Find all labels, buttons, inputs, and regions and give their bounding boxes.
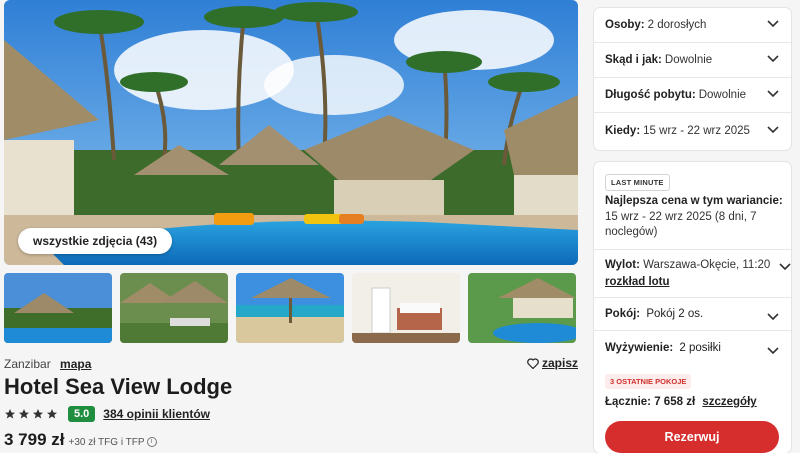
hotel-name: Hotel Sea View Lodge (4, 374, 233, 399)
length-label: Długość pobytu: (605, 89, 696, 101)
thumbnail-2[interactable] (120, 273, 228, 343)
thumbnail-4[interactable] (352, 273, 460, 343)
total-row: Łącznie: 7 658 zł szczegóły (605, 396, 757, 408)
chevron-down-icon (767, 125, 779, 133)
last-minute-badge: LAST MINUTE (605, 174, 670, 191)
thumbnail-3[interactable] (236, 273, 344, 343)
hotel-content: wszystkie zdjęcia (43) Zanzibar mapa zap… (4, 0, 578, 449)
price-extra-text: +30 zł TFG i TFP (68, 437, 145, 448)
best-price-title: Najlepsza cena w tym wariancie: (605, 195, 783, 207)
region-label: Zanzibar (4, 357, 51, 371)
divider (594, 249, 791, 250)
details-link[interactable]: szczegóły (702, 396, 756, 408)
search-filters-panel: Osoby: 2 dorosłych Skąd i jak: Dowolnie … (594, 8, 791, 150)
date-selector[interactable]: Kiedy: 15 wrz - 22 wrz 2025 (594, 113, 791, 148)
total-value: 7 658 zł (654, 396, 696, 408)
flight-schedule-link[interactable]: rozkład lotu (605, 276, 670, 288)
heart-icon (527, 357, 539, 369)
save-button[interactable]: zapisz (527, 356, 578, 370)
divider (594, 297, 791, 298)
reviews-link[interactable]: 384 opinii klientów (103, 407, 210, 421)
departure-selector[interactable]: Skąd i jak: Dowolnie (594, 43, 791, 78)
when-value: 15 wrz - 22 wrz 2025 (643, 124, 750, 137)
chevron-down-icon (767, 347, 779, 355)
chevron-down-icon (767, 90, 779, 98)
flight-label: Wylot: (605, 259, 640, 271)
rating-row: 5.0 384 opinii klientów (4, 405, 210, 423)
price-extra: +30 zł TFG i TFP i (69, 437, 157, 448)
guests-value: 2 dorosłych (647, 19, 707, 31)
thumbnail-5[interactable] (468, 273, 576, 343)
chevron-down-icon (779, 263, 791, 271)
last-rooms-badge: 3 OSTATNIE POKOJE (605, 374, 692, 389)
best-price-dates: 15 wrz - 22 wrz 2025 (8 dni, 7 noclegów) (605, 211, 757, 238)
star-rating (4, 408, 58, 420)
thumbnail-strip (4, 273, 578, 343)
board-label: Wyżywienie: (605, 342, 674, 354)
guests-label: Osoby: (605, 19, 645, 31)
thumbnail-1[interactable] (4, 273, 112, 343)
price: 3 799 zł (4, 430, 65, 449)
offer-panel: LAST MINUTE Najlepsza cena w tym warianc… (594, 162, 791, 453)
map-link[interactable]: mapa (60, 357, 91, 371)
guests-selector[interactable]: Osoby: 2 dorosłych (594, 8, 791, 43)
board-value: 2 posiłki (679, 342, 721, 354)
star-icon (33, 409, 43, 419)
when-label: Kiedy: (605, 124, 641, 137)
total-label: Łącznie: (605, 396, 652, 408)
room-value: Pokój 2 os. (646, 308, 704, 320)
length-value: Dowolnie (698, 89, 747, 101)
room-label: Pokój: (605, 308, 641, 320)
chevron-down-icon (767, 313, 779, 321)
from-label: Skąd i jak: (605, 54, 662, 66)
flight-row[interactable]: Wylot: Warszawa-Okęcie, 11:20 (605, 259, 791, 271)
from-value: Dowolnie (664, 54, 713, 66)
flight-value: Warszawa-Okęcie, 11:20 (643, 259, 771, 271)
star-icon (19, 409, 29, 419)
board-selector[interactable]: Wyżywienie: 2 posiłki (594, 342, 791, 364)
hero-photo[interactable]: wszystkie zdjęcia (43) (4, 0, 578, 265)
rating-badge: 5.0 (68, 406, 96, 422)
location-row: Zanzibar mapa zapisz (4, 356, 578, 371)
chevron-down-icon (767, 20, 779, 28)
price-row: 3 799 zł +30 zł TFG i TFP i (4, 430, 157, 450)
reserve-button[interactable]: Rezerwuj (605, 421, 779, 453)
chevron-down-icon (767, 55, 779, 63)
star-icon (47, 409, 57, 419)
divider (594, 330, 791, 331)
length-selector[interactable]: Długość pobytu: Dowolnie (594, 78, 791, 113)
room-selector[interactable]: Pokój: Pokój 2 os. (594, 308, 791, 330)
info-icon[interactable]: i (146, 437, 157, 448)
star-icon (5, 409, 15, 419)
save-label: zapisz (541, 356, 578, 370)
all-photos-button[interactable]: wszystkie zdjęcia (43) (18, 228, 173, 254)
